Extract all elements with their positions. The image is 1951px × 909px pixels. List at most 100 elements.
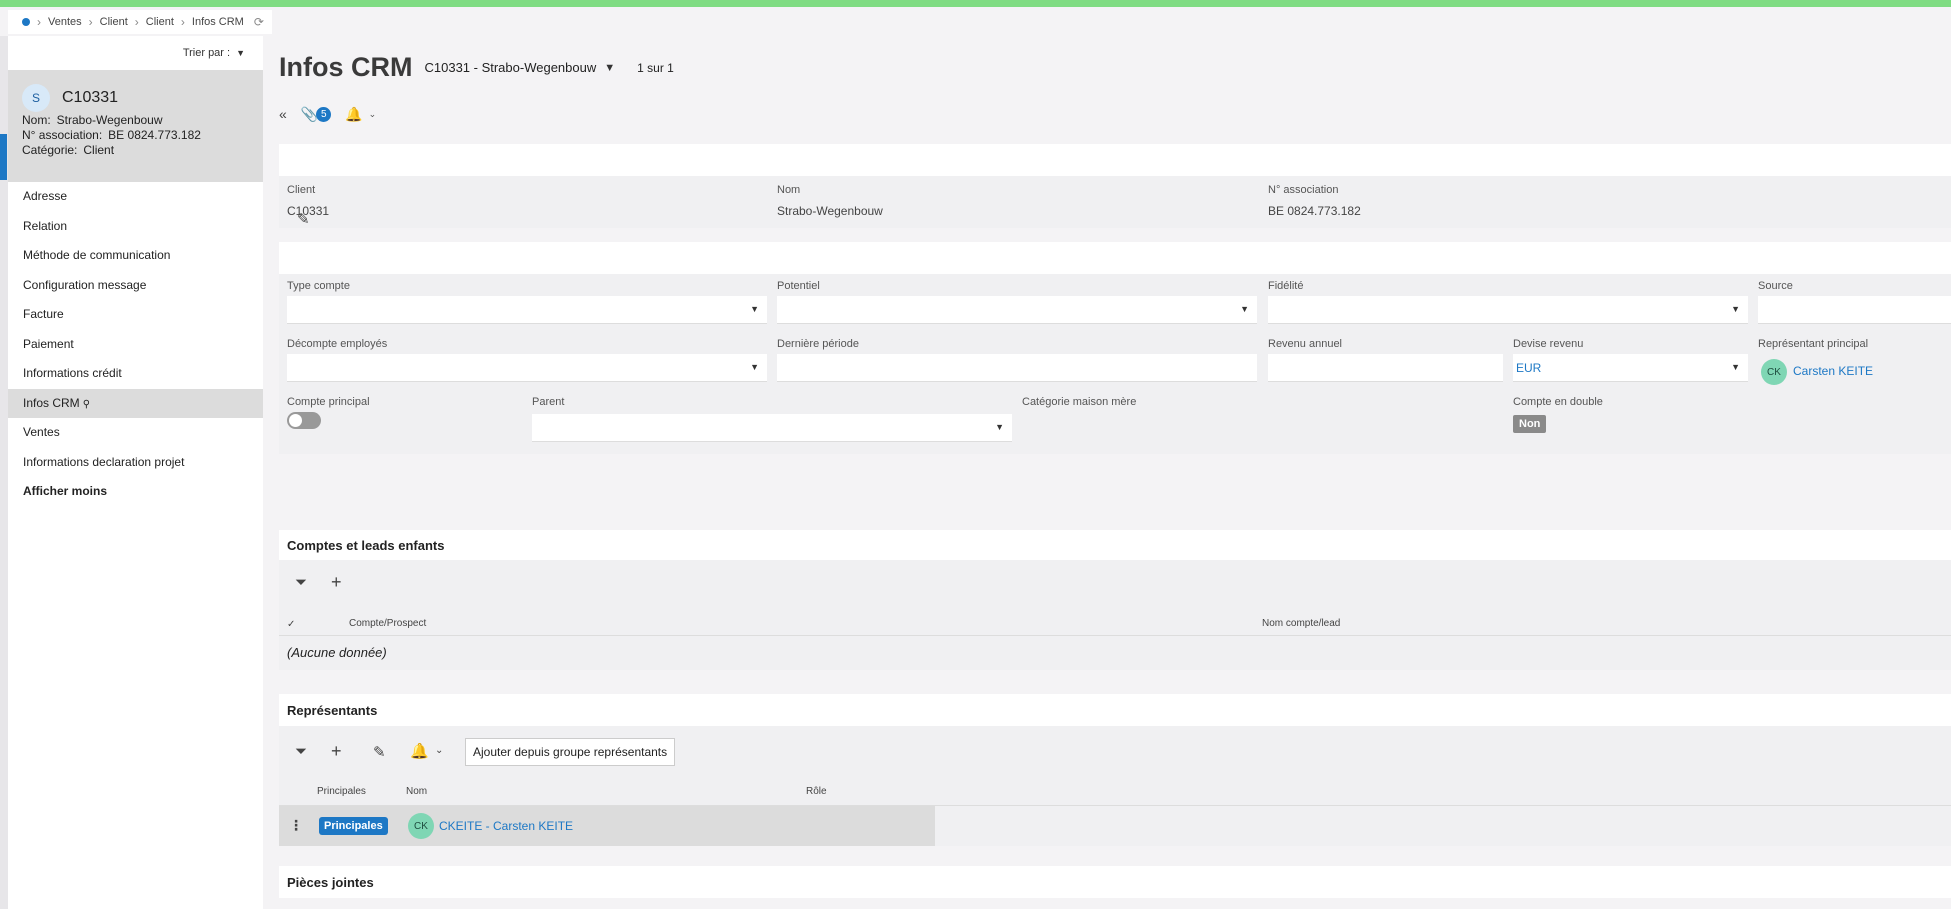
representant-principal-link[interactable]: Carsten KEITE (1793, 364, 1873, 378)
breadcrumb-item-ventes[interactable]: Ventes (48, 16, 82, 28)
attachments-button[interactable]: 📎 5 (301, 106, 332, 123)
sidebar-item-relation[interactable]: Relation (8, 212, 263, 242)
sidebar-item-facture[interactable]: Facture (8, 300, 263, 330)
attachments-section-header: Pièces jointes (279, 866, 1951, 898)
reps-table-body: ⋮ Principales CK CKEITE - Carsten KEITE (279, 806, 1951, 846)
devise-revenu-label: Devise revenu (1513, 338, 1584, 350)
table-row[interactable]: ⋮ Principales CK CKEITE - Carsten KEITE (279, 806, 935, 846)
filter-icon[interactable]: ⏷ (295, 574, 307, 591)
derniere-periode-label: Dernière période (777, 338, 859, 350)
card-row: Catégorie: Client (22, 143, 115, 157)
select-all-check-icon[interactable]: ✓ (287, 619, 295, 630)
association-value: BE 0824.773.182 (1268, 204, 1361, 218)
edit-pencil-icon[interactable]: ✎ (297, 210, 310, 228)
summary-panel: Client C10331 Nom Strabo-Wegenbouw N° as… (279, 176, 1951, 228)
bell-icon[interactable]: 🔔 (410, 742, 429, 760)
parent-label: Parent (532, 396, 565, 408)
children-table-header: ✓ Compte/Prospect Nom compte/lead (279, 612, 1951, 636)
parent-select[interactable]: ▼ (532, 414, 1012, 442)
notification-button[interactable]: 🔔 ⌄ (345, 106, 376, 123)
record-code: C10331 (62, 89, 119, 106)
refresh-icon[interactable]: ⟳ (254, 15, 264, 29)
reps-section-header: Représentants (279, 694, 1951, 726)
left-edge (0, 36, 8, 909)
type-compte-select[interactable]: ▼ (287, 296, 767, 324)
bell-icon: 🔔 (345, 105, 363, 122)
source-label: Source (1758, 280, 1793, 292)
chevron-right-icon: › (37, 15, 41, 29)
potentiel-select[interactable]: ▼ (777, 296, 1257, 324)
caret-down-icon[interactable]: ▼ (604, 62, 615, 74)
sidebar-item-informations-declaration[interactable]: Informations declaration projet (8, 448, 263, 478)
row-menu-icon[interactable]: ⋮ (289, 817, 303, 834)
caret-down-icon: ▼ (750, 304, 759, 314)
record-selector[interactable]: C10331 - Strabo-Wegenbouw (424, 60, 596, 75)
breadcrumb-item-client-2[interactable]: Client (146, 16, 174, 28)
association-label: N° association (1268, 184, 1339, 196)
pin-icon[interactable]: ⚲ (83, 399, 90, 410)
derniere-periode-input[interactable] (777, 354, 1257, 382)
sidebar-nav: Adresse Relation Méthode de communicatio… (8, 182, 263, 507)
add-icon[interactable]: + (331, 741, 342, 762)
caret-down-icon: ▼ (236, 48, 245, 58)
principal-tag: Principales (319, 817, 388, 835)
type-compte-label: Type compte (287, 280, 350, 292)
sidebar-item-informations-credit[interactable]: Informations crédit (8, 359, 263, 389)
sidebar-item-adresse[interactable]: Adresse (8, 182, 263, 212)
show-less-link[interactable]: Afficher moins (8, 477, 263, 507)
decompte-select[interactable]: ▼ (287, 354, 767, 382)
top-accent-bar (0, 0, 1951, 7)
column-nom-compte-lead[interactable]: Nom compte/lead (1262, 618, 1340, 629)
crm-form: Type compte ▼ Potentiel ▼ Fidélité ▼ Sou… (279, 274, 1951, 454)
column-nom[interactable]: Nom (406, 786, 427, 797)
caret-down-icon: ▼ (1731, 362, 1740, 372)
sidebar: Trier par : ▼ S C10331 Nom: Strabo-Wegenb… (8, 36, 263, 909)
fidelite-select[interactable]: ▼ (1268, 296, 1748, 324)
chevron-right-icon: › (180, 15, 185, 29)
rep-name-link[interactable]: CKEITE - Carsten KEITE (439, 819, 573, 833)
home-dot-icon[interactable] (22, 18, 30, 26)
children-table-body: (Aucune donnée) (279, 636, 1951, 670)
empty-message: (Aucune donnée) (287, 645, 387, 660)
edit-pencil-icon[interactable]: ✎ (373, 743, 386, 761)
form-header (279, 242, 1951, 274)
filter-icon[interactable]: ⏷ (295, 743, 307, 760)
column-role[interactable]: Rôle (806, 786, 827, 797)
title-bar: Infos CRM C10331 - Strabo-Wegenbouw ▼ 1 … (279, 52, 674, 83)
sort-label: Trier par : (182, 47, 231, 59)
breadcrumb-item-client[interactable]: Client (100, 16, 128, 28)
devise-revenu-select[interactable]: EUR ▼ (1513, 354, 1748, 382)
sort-control[interactable]: Trier par : ▼ (8, 36, 263, 70)
revenu-annuel-label: Revenu annuel (1268, 338, 1343, 350)
column-compte-prospect[interactable]: Compte/Prospect (349, 618, 426, 629)
sidebar-item-methode-communication[interactable]: Méthode de communication (8, 241, 263, 271)
representant-principal-label: Représentant principal (1758, 338, 1869, 350)
children-section-title: Comptes et leads enfants (287, 538, 445, 553)
column-principales[interactable]: Principales (317, 786, 366, 797)
source-select[interactable] (1758, 296, 1951, 324)
card-row: N° association: BE 0824.773.182 (22, 128, 201, 142)
chevron-right-icon: › (88, 15, 93, 29)
sidebar-item-infos-crm[interactable]: Infos CRM ⚲ (8, 388, 263, 418)
add-icon[interactable]: + (331, 572, 342, 593)
breadcrumb-item-current: Infos CRM (191, 16, 244, 28)
chevron-down-icon[interactable]: ⌄ (435, 745, 443, 756)
compte-double-label: Compte en double (1513, 396, 1603, 408)
sidebar-item-ventes[interactable]: Ventes (8, 418, 263, 448)
chevron-right-icon: › (134, 15, 139, 29)
nom-label: Nom (777, 184, 801, 196)
breadcrumb: › Ventes › Client › Client › Infos CRM ⟳ (8, 10, 272, 34)
compte-principal-label: Compte principal (287, 396, 370, 408)
devise-revenu-value: EUR (1516, 361, 1542, 375)
action-bar: « 📎 5 🔔 ⌄ (279, 102, 390, 126)
children-toolbar: ⏷ + (279, 560, 1951, 612)
revenu-annuel-input[interactable] (1268, 354, 1503, 382)
record-card[interactable]: S C10331 Nom: Strabo-Wegenbouw N° associa… (8, 70, 263, 182)
sidebar-item-configuration-message[interactable]: Configuration message (8, 271, 263, 301)
sidebar-item-paiement[interactable]: Paiement (8, 330, 263, 360)
compte-principal-toggle[interactable] (287, 412, 321, 429)
card-row: Nom: Strabo-Wegenbouw (22, 113, 163, 127)
client-label: Client (287, 184, 316, 196)
add-from-rep-group-button[interactable]: Ajouter depuis groupe représentants (465, 738, 676, 766)
collapse-left-icon[interactable]: « (279, 106, 287, 122)
